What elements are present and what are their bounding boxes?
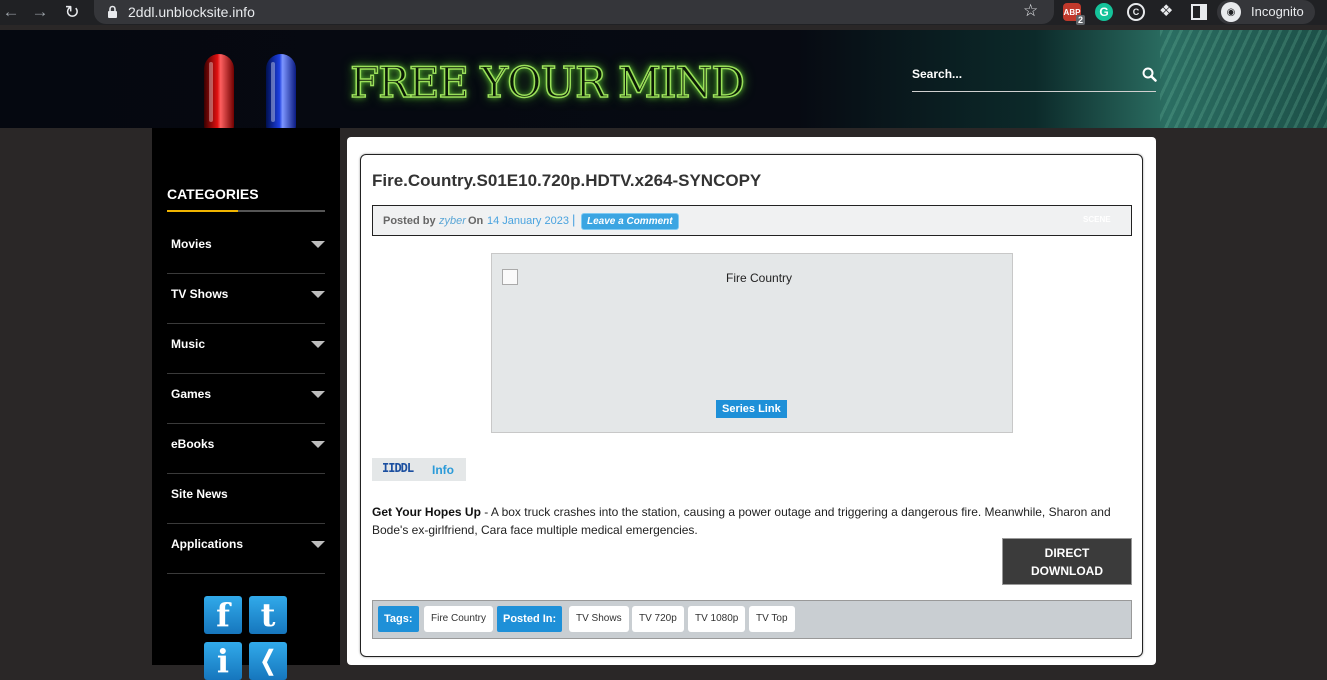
category-tv-1080p[interactable]: TV 1080p — [688, 606, 746, 632]
reload-icon[interactable]: ↻ — [61, 1, 83, 23]
category-scene-link[interactable]: SCENE — [1083, 215, 1111, 224]
extension-c-icon[interactable]: C — [1127, 3, 1145, 21]
leave-comment-button[interactable]: Leave a Comment — [581, 213, 679, 230]
download-line-2: DOWNLOAD — [1031, 563, 1103, 578]
chevron-down-icon[interactable] — [311, 241, 325, 248]
sidebar-item-applications[interactable]: Applications — [167, 524, 325, 574]
chevron-down-icon[interactable] — [311, 441, 325, 448]
sidebar-item-ebooks[interactable]: eBooks — [167, 424, 325, 474]
sidebar-item-movies[interactable]: Movies — [167, 224, 325, 274]
post-image-container: Fire Country Series Link — [491, 253, 1013, 433]
on-label: On — [468, 215, 484, 227]
lock-icon — [108, 5, 117, 18]
author-link[interactable]: zyber — [439, 215, 466, 227]
sidebar-item-games[interactable]: Games — [167, 374, 325, 424]
twitter-link[interactable]: t — [249, 596, 287, 634]
facebook-icon: f — [204, 596, 242, 634]
info-icon: i — [204, 642, 242, 680]
episode-title: Get Your Hopes Up — [372, 505, 481, 519]
blue-pill-logo[interactable] — [266, 54, 296, 128]
post-title[interactable]: Fire.Country.S01E10.720p.HDTV.x264-SYNCO… — [372, 171, 761, 191]
sidebar-item-label: Music — [171, 337, 206, 351]
info-link[interactable]: i — [204, 642, 242, 680]
side-panel-icon[interactable] — [1191, 4, 1207, 20]
red-pill-logo[interactable] — [204, 54, 234, 128]
category-tv-720p[interactable]: TV 720p — [632, 606, 684, 632]
category-tv-shows[interactable]: TV Shows — [569, 606, 629, 632]
info-badge[interactable]: IIDDL Info — [372, 458, 466, 481]
chevron-down-icon[interactable] — [311, 291, 325, 298]
chevron-down-icon[interactable] — [311, 391, 325, 398]
adblock-extension-icon[interactable]: ABP 2 — [1063, 3, 1085, 25]
url-text: 2ddl.unblocksite.info — [128, 4, 255, 20]
iiddl-logo-icon: IIDDL — [382, 461, 414, 475]
adblock-count-badge: 2 — [1075, 15, 1085, 25]
extensions-puzzle-icon[interactable]: ❖ — [1159, 1, 1177, 20]
tags-bar: Tags: Fire Country Posted In: TV Shows T… — [372, 600, 1132, 639]
search-underline — [912, 91, 1156, 92]
incognito-label: Incognito — [1251, 4, 1304, 19]
chevron-down-icon[interactable] — [311, 341, 325, 348]
matrix-code-decoration — [1160, 30, 1327, 128]
incognito-profile[interactable]: ◉ Incognito — [1217, 0, 1315, 24]
sidebar-item-label: eBooks — [171, 437, 215, 451]
meta-separator: | — [572, 212, 576, 227]
grammarly-extension-icon[interactable]: G — [1095, 3, 1113, 21]
sidebar: CATEGORIES Movies TV Shows Music Games eBook… — [152, 128, 340, 680]
sidebar-item-label: Movies — [171, 237, 212, 251]
incognito-icon: ◉ — [1221, 2, 1241, 22]
posted-in-label: Posted In: — [497, 606, 563, 632]
address-bar[interactable]: 2ddl.unblocksite.info ☆ — [94, 0, 1054, 24]
post-card: Fire.Country.S01E10.720p.HDTV.x264-SYNCO… — [360, 154, 1143, 657]
sidebar-item-music[interactable]: Music — [167, 324, 325, 374]
info-label: Info — [432, 463, 454, 477]
sidebar-item-label: Applications — [171, 537, 244, 551]
direct-download-button[interactable]: DIRECT DOWNLOAD — [1002, 538, 1132, 585]
site-header: FREE YOUR MIND Search... — [0, 30, 1327, 128]
image-alt-text: Fire Country — [726, 271, 793, 285]
download-line-1: DIRECT — [1044, 545, 1090, 560]
site-logo-text[interactable]: FREE YOUR MIND — [349, 57, 745, 108]
back-icon[interactable]: ← — [0, 1, 22, 23]
bookmark-star-icon[interactable]: ☆ — [1023, 1, 1038, 21]
series-link-button[interactable]: Series Link — [716, 400, 787, 418]
category-tv-top[interactable]: TV Top — [749, 606, 795, 632]
sidebar-item-label: Games — [171, 387, 212, 401]
search-icon[interactable] — [1142, 67, 1157, 82]
rss-icon: ❬ — [249, 642, 287, 680]
sidebar-item-label: TV Shows — [171, 287, 229, 301]
synopsis-text: - A box truck crashes into the station, … — [372, 505, 1111, 537]
sidebar-item-label: Site News — [171, 487, 228, 501]
sidebar-item-tv-shows[interactable]: TV Shows — [167, 274, 325, 324]
posted-by-label: Posted by — [383, 215, 436, 227]
twitter-icon: t — [249, 596, 287, 634]
episode-synopsis: Get Your Hopes Up - A box truck crashes … — [372, 503, 1132, 539]
categories-underline — [167, 210, 325, 212]
broken-image-icon — [502, 269, 518, 285]
browser-toolbar: ← → ↻ 2ddl.unblocksite.info ☆ ABP 2 G C … — [0, 0, 1327, 25]
chevron-down-icon[interactable] — [311, 541, 325, 548]
category-list: Movies TV Shows Music Games eBooks Site News A… — [167, 224, 325, 574]
main-content: Fire.Country.S01E10.720p.HDTV.x264-SYNCO… — [347, 137, 1156, 665]
tags-label: Tags: — [378, 606, 419, 632]
post-date-link[interactable]: 14 January 2023 — [487, 215, 569, 227]
facebook-link[interactable]: f — [204, 596, 242, 634]
rss-link[interactable]: ❬ — [249, 642, 287, 680]
forward-icon[interactable]: → — [29, 1, 51, 23]
categories-heading: CATEGORIES — [167, 186, 259, 202]
tag-fire-country[interactable]: Fire Country — [424, 606, 494, 632]
post-meta-bar: Posted by zyber On 14 January 2023 | Lea… — [372, 205, 1132, 236]
sidebar-item-site-news[interactable]: Site News — [167, 474, 325, 524]
search-input[interactable]: Search... — [912, 67, 962, 81]
